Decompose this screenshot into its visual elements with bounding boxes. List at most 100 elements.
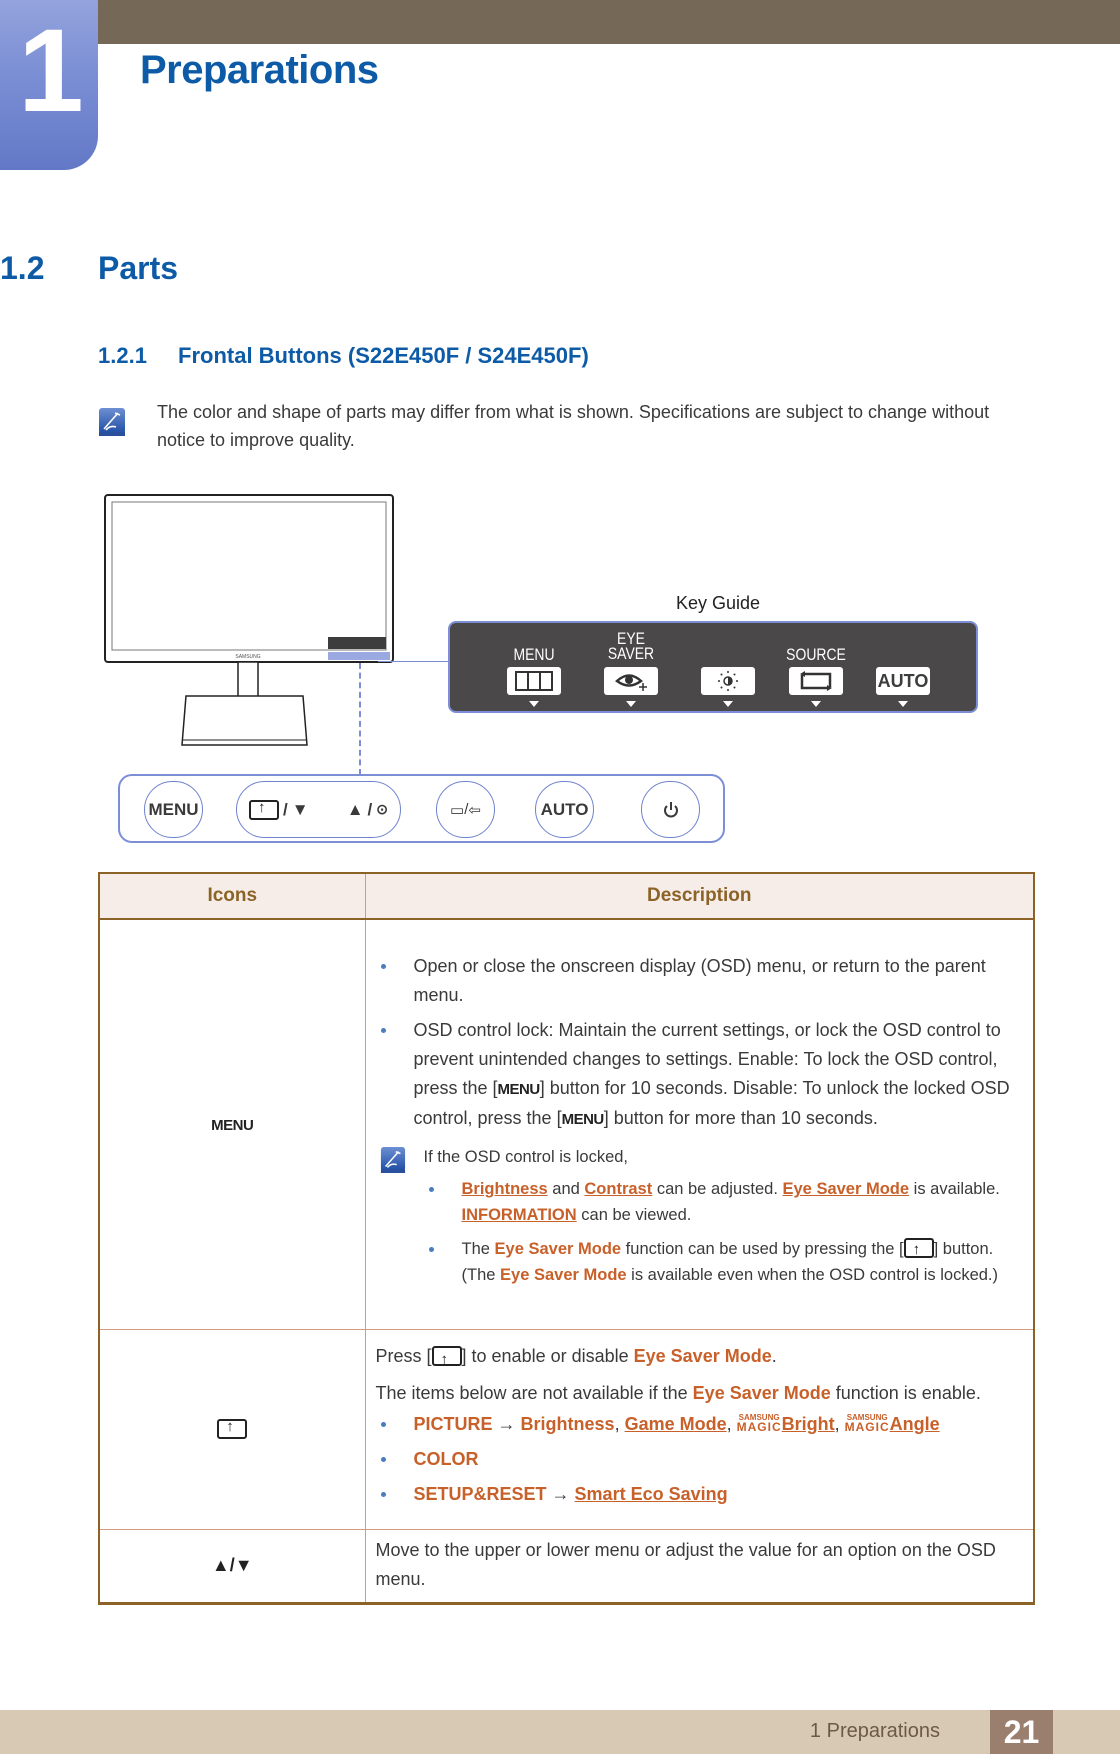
contrast-link[interactable]: Contrast xyxy=(584,1180,652,1198)
eye-saver-mode-link[interactable]: Eye Saver Mode xyxy=(783,1180,910,1198)
front-buttons-diagram: SAMSUNG Key Guide MENU EYE SAVER SOURCE … xyxy=(0,480,1120,850)
text: , xyxy=(614,1413,625,1434)
picture-menu: PICTURE xyxy=(413,1413,493,1434)
power-icon xyxy=(663,801,678,817)
section-title: Parts xyxy=(98,250,179,286)
magic-bottom: MAGIC xyxy=(844,1419,890,1434)
information-link[interactable]: INFORMATION xyxy=(462,1206,577,1224)
paragraph: Press [] to enable or disable Eye Saver … xyxy=(375,1342,1022,1374)
subsection-title: Frontal Buttons (S22E450F / S24E450F) xyxy=(178,343,589,368)
footer-bar: 1 Preparations 21 xyxy=(0,1710,1120,1754)
magic-angle-link[interactable]: Angle xyxy=(890,1414,940,1434)
chapter-number: 1 xyxy=(18,5,84,137)
down-arrow-icon xyxy=(626,701,636,707)
section-number: 1.2 xyxy=(0,250,45,286)
header-bar xyxy=(0,0,1120,44)
text: is available. xyxy=(909,1180,1000,1199)
key-guide-panel: MENU EYE SAVER SOURCE AUTO xyxy=(448,621,978,713)
source-icon: ▭ xyxy=(450,801,465,819)
arrow: → xyxy=(546,1483,575,1504)
table-header-row: Icons Description xyxy=(98,872,1035,920)
eye-saver-icon xyxy=(431,1345,462,1374)
enter-icon: ⊙ xyxy=(376,801,388,817)
text: ] button for more than 10 seconds. xyxy=(603,1108,878,1129)
icons-table: Icons Description MENU Open or close the… xyxy=(98,872,1035,1605)
eye-saver-icon xyxy=(604,667,658,695)
list-item: SETUP&RESET → Smart Eco Saving xyxy=(376,1480,1022,1509)
icon-cell: ▲/▼ xyxy=(98,1528,366,1605)
menu-key-icon: MENU xyxy=(561,1111,605,1129)
key-guide-eye-label: SAVER xyxy=(607,644,655,663)
brightness-icon xyxy=(701,667,755,695)
eye-saver-mode-term: Eye Saver Mode xyxy=(692,1382,831,1403)
footer-chapter-label: 1 Preparations xyxy=(809,1720,940,1742)
text: ] to enable or disable xyxy=(461,1345,634,1366)
power-button[interactable] xyxy=(641,781,700,838)
key-guide-menu-label: MENU xyxy=(513,645,555,664)
page-number: 21 xyxy=(990,1710,1053,1754)
source-button[interactable]: ▭ / ⇦ xyxy=(436,781,495,838)
text: . xyxy=(771,1345,777,1366)
icon-cell xyxy=(98,1328,366,1530)
down-arrow-icon xyxy=(898,701,908,707)
key-guide-eye-saver: EYE SAVER xyxy=(601,623,661,713)
list-item: Brightness and Contrast can be adjusted.… xyxy=(424,1176,1022,1228)
list-item: PICTURE → Brightness, Game Mode, SAMSUNG… xyxy=(376,1410,1022,1439)
list-item: Open or close the onscreen display (OSD)… xyxy=(376,952,1022,1010)
eye-saver-icon xyxy=(903,1237,934,1263)
header-description: Description xyxy=(364,872,1035,920)
text: function can be used by pressing the [ xyxy=(621,1240,904,1259)
up-triangle-icon: ▲ xyxy=(346,799,364,819)
note-icon xyxy=(380,1147,405,1174)
connector-line xyxy=(378,661,448,662)
paragraph: The items below are not available if the… xyxy=(376,1379,1022,1408)
key-guide-source: SOURCE xyxy=(786,623,846,713)
table-row: MENU Open or close the onscreen display … xyxy=(98,918,1035,1330)
table-row: Press [ ] to enable or disable Eye Saver … xyxy=(98,1328,1035,1530)
note-text: The color and shape of parts may differ … xyxy=(157,402,990,450)
monitor-brand: SAMSUNG xyxy=(235,654,260,660)
arrow: → xyxy=(492,1413,521,1434)
description-cell: Open or close the onscreen display (OSD)… xyxy=(364,918,1035,1330)
samsung-magic-logo: SAMSUNG MAGIC xyxy=(844,1413,890,1434)
chapter-tab: 1 xyxy=(0,0,98,170)
brightness-link[interactable]: Brightness xyxy=(462,1180,548,1198)
input-icon: ⇦ xyxy=(468,801,481,819)
menu-grid-icon xyxy=(507,667,561,695)
table-row: ▲/▼ Move to the upper or lower menu or a… xyxy=(98,1528,1035,1605)
separator: / xyxy=(283,799,288,819)
setup-reset-menu: SETUP&RESET xyxy=(413,1483,547,1504)
connector-dashed-line xyxy=(359,663,361,775)
key-guide-auto: AUTO xyxy=(873,623,933,713)
auto-button[interactable]: AUTO xyxy=(535,781,594,838)
lock-note: If the OSD control is locked, Brightness… xyxy=(376,1144,1022,1288)
smart-eco-saving-link[interactable]: Smart Eco Saving xyxy=(575,1484,728,1504)
eye-saver-updown-button[interactable]: / ▼ ▲ / ⊙ xyxy=(236,781,401,838)
header-icons: Icons xyxy=(98,872,366,920)
menu-button[interactable]: MENU xyxy=(144,781,203,838)
samsung-magic-logo: SAMSUNG MAGIC xyxy=(737,1413,782,1433)
down-triangle-icon: ▼ xyxy=(291,799,309,819)
key-guide-label: Key Guide xyxy=(676,593,761,613)
list-item: The Eye Saver Mode function can be used … xyxy=(424,1236,1022,1288)
eye-saver-icon xyxy=(249,799,279,820)
magic-bright-link[interactable]: Bright xyxy=(782,1414,835,1434)
text: , xyxy=(726,1413,737,1434)
separator: / xyxy=(367,799,373,819)
list-item: OSD control lock: Maintain the current s… xyxy=(376,1016,1022,1134)
menu-key-icon: MENU xyxy=(497,1081,541,1099)
text: Press [ xyxy=(375,1345,432,1366)
down-arrow-icon xyxy=(723,701,733,707)
unavailable-items-list: PICTURE → Brightness, Game Mode, SAMSUNG… xyxy=(376,1410,1022,1509)
eye-saver-down-group: / ▼ xyxy=(249,799,309,820)
list-item: COLOR xyxy=(376,1445,1022,1474)
game-mode-link[interactable]: Game Mode xyxy=(625,1414,727,1434)
front-button-panel: MENU / ▼ ▲ / ⊙ ▭/⇦ AUTO xyxy=(118,774,725,843)
source-icon xyxy=(789,667,843,695)
down-arrow-icon xyxy=(529,701,539,707)
description-cell: Move to the upper or lower menu or adjus… xyxy=(364,1528,1035,1605)
eye-saver-mode-term: Eye Saver Mode xyxy=(494,1240,622,1259)
up-enter-group: ▲ / ⊙ xyxy=(347,800,388,820)
monitor-illustration: SAMSUNG xyxy=(104,494,394,746)
text: and xyxy=(547,1180,585,1199)
